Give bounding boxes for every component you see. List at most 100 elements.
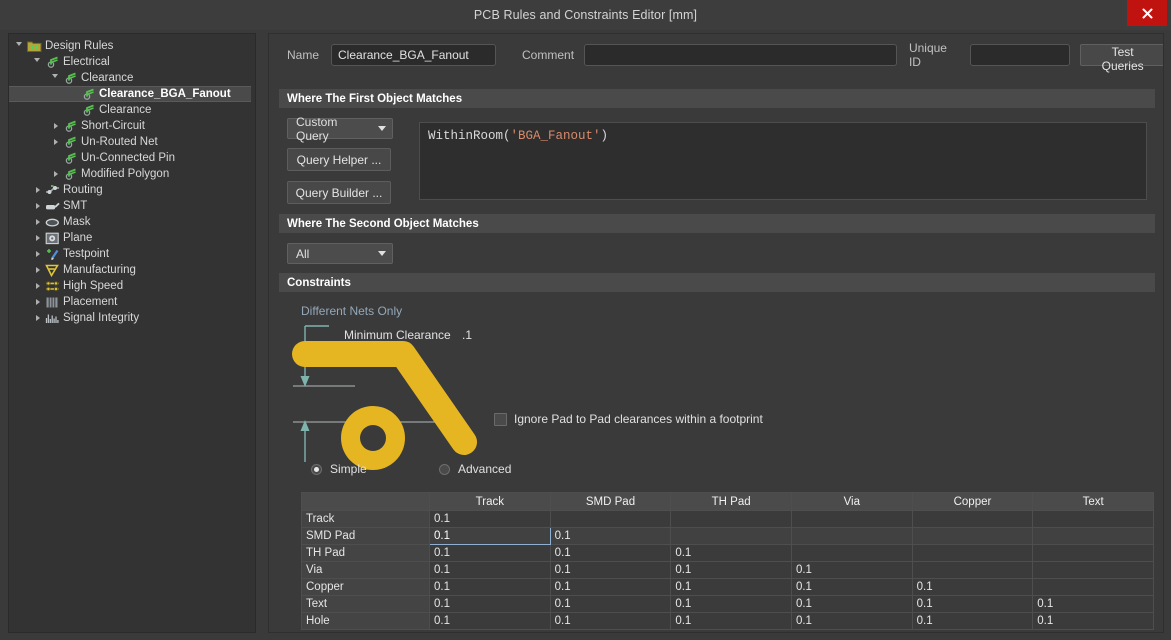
matrix-column-header[interactable]: Via <box>790 492 913 511</box>
chevron-right-icon[interactable] <box>33 182 44 198</box>
ignore-pad-to-pad-checkbox-row[interactable]: Ignore Pad to Pad clearances within a fo… <box>494 412 763 426</box>
matrix-row-header[interactable]: Hole <box>301 612 430 630</box>
matrix-empty-cell[interactable] <box>1032 561 1154 579</box>
matrix-value-cell[interactable]: 0.1 <box>911 612 1034 630</box>
matrix-empty-cell[interactable] <box>670 527 792 545</box>
matrix-value-cell[interactable]: 0.1 <box>549 612 672 630</box>
matrix-empty-cell[interactable] <box>911 527 1034 545</box>
tree-item-short-circuit[interactable]: Short-Circuit <box>9 118 255 134</box>
matrix-value-cell[interactable]: 0.1 <box>670 612 792 630</box>
matrix-value-cell[interactable]: 0.1 <box>549 527 672 545</box>
tree-item-electrical[interactable]: Electrical <box>9 54 255 70</box>
chevron-right-icon[interactable] <box>51 166 62 182</box>
matrix-value-cell[interactable]: 0.1 <box>670 561 792 579</box>
matrix-empty-cell[interactable] <box>1032 578 1154 596</box>
mode-advanced-radio[interactable] <box>439 463 450 475</box>
matrix-column-header[interactable]: SMD Pad <box>549 492 672 511</box>
chevron-right-icon[interactable] <box>33 214 44 230</box>
matrix-value-cell[interactable]: 0.1 <box>670 578 792 596</box>
chevron-right-icon[interactable] <box>33 246 44 262</box>
matrix-empty-cell[interactable] <box>1032 510 1154 528</box>
name-input[interactable] <box>331 44 497 66</box>
custom-query-editor[interactable]: WithinRoom('BGA_Fanout') <box>419 122 1147 200</box>
matrix-empty-cell[interactable] <box>1032 544 1154 562</box>
test-queries-button[interactable]: Test Queries <box>1080 44 1163 73</box>
chevron-down-icon[interactable] <box>51 70 62 86</box>
query-builder-button[interactable]: Query Builder ... <box>287 181 391 204</box>
matrix-value-cell[interactable]: 0.1 <box>429 561 551 579</box>
mode-simple-radio-row[interactable]: Simple <box>311 462 367 476</box>
matrix-value-cell[interactable]: 0.1 <box>429 527 551 545</box>
tree-item-clearance[interactable]: Clearance <box>9 70 255 86</box>
matrix-row-header[interactable]: Track <box>301 510 430 528</box>
chevron-right-icon[interactable] <box>33 294 44 310</box>
matrix-column-header[interactable]: TH Pad <box>670 492 792 511</box>
matrix-empty-cell[interactable] <box>790 510 913 528</box>
matrix-row-header[interactable]: Via <box>301 561 430 579</box>
tree-item-routing[interactable]: Routing <box>9 182 255 198</box>
tree-item-testpoint[interactable]: Testpoint <box>9 246 255 262</box>
tree-item-design-rules[interactable]: Design Rules <box>9 38 255 54</box>
matrix-value-cell[interactable]: 0.1 <box>549 561 672 579</box>
matrix-value-cell[interactable]: 0.1 <box>1032 595 1154 613</box>
tree-item-plane[interactable]: Plane <box>9 230 255 246</box>
matrix-column-header[interactable]: Track <box>429 492 551 511</box>
chevron-down-icon[interactable] <box>15 38 26 54</box>
chevron-right-icon[interactable] <box>33 278 44 294</box>
matrix-empty-cell[interactable] <box>670 510 792 528</box>
matrix-value-cell[interactable]: 0.1 <box>790 561 913 579</box>
matrix-value-cell[interactable]: 0.1 <box>911 578 1034 596</box>
chevron-down-icon[interactable] <box>33 54 44 70</box>
matrix-column-header[interactable]: Copper <box>911 492 1034 511</box>
unique-id-input[interactable] <box>970 44 1071 66</box>
matrix-value-cell[interactable]: 0.1 <box>429 510 551 528</box>
matrix-column-header[interactable]: Text <box>1032 492 1154 511</box>
matrix-row-header[interactable]: TH Pad <box>301 544 430 562</box>
chevron-right-icon[interactable] <box>33 310 44 326</box>
close-button[interactable] <box>1127 0 1167 26</box>
matrix-value-cell[interactable]: 0.1 <box>429 544 551 562</box>
tree-item-un-connected-pin[interactable]: Un-Connected Pin <box>9 150 255 166</box>
tree-item-placement[interactable]: Placement <box>9 294 255 310</box>
matrix-empty-cell[interactable] <box>790 527 913 545</box>
tree-item-signal-integrity[interactable]: Signal Integrity <box>9 310 255 326</box>
design-rules-tree-panel[interactable]: Design Rules Electrical Clearance Clearance… <box>8 33 256 633</box>
matrix-value-cell[interactable]: 0.1 <box>790 578 913 596</box>
matrix-value-cell[interactable]: 0.1 <box>549 595 672 613</box>
clearance-matrix-table[interactable]: Track SMD Pad TH Pad Via Copper Text Track 0.1… <box>301 492 1154 630</box>
matrix-empty-cell[interactable] <box>790 544 913 562</box>
matrix-empty-cell[interactable] <box>911 510 1034 528</box>
matrix-empty-cell[interactable] <box>549 510 672 528</box>
tree-item-un-routed-net[interactable]: Un-Routed Net <box>9 134 255 150</box>
tree-item-modified-polygon[interactable]: Modified Polygon <box>9 166 255 182</box>
matrix-row-header[interactable]: Copper <box>301 578 430 596</box>
matrix-value-cell[interactable]: 0.1 <box>1032 612 1154 630</box>
matrix-value-cell[interactable]: 0.1 <box>429 578 551 596</box>
comment-input[interactable] <box>584 44 897 66</box>
matrix-row-header[interactable]: Text <box>301 595 430 613</box>
matrix-value-cell[interactable]: 0.1 <box>549 544 672 562</box>
matrix-empty-cell[interactable] <box>911 561 1034 579</box>
chevron-right-icon[interactable] <box>33 262 44 278</box>
matrix-row-header[interactable]: SMD Pad <box>301 527 430 545</box>
tree-item-manufacturing[interactable]: Manufacturing <box>9 262 255 278</box>
first-object-scope-dropdown[interactable]: Custom Query <box>287 115 393 143</box>
chevron-right-icon[interactable] <box>51 118 62 134</box>
matrix-empty-cell[interactable] <box>911 544 1034 562</box>
chevron-right-icon[interactable] <box>51 134 62 150</box>
matrix-value-cell[interactable]: 0.1 <box>670 595 792 613</box>
matrix-value-cell[interactable]: 0.1 <box>790 612 913 630</box>
matrix-empty-cell[interactable] <box>1032 527 1154 545</box>
tree-item-high-speed[interactable]: High Speed <box>9 278 255 294</box>
chevron-right-icon[interactable] <box>33 198 44 214</box>
matrix-value-cell[interactable]: 0.1 <box>429 612 551 630</box>
matrix-value-cell[interactable]: 0.1 <box>670 544 792 562</box>
minimum-clearance-value[interactable]: .1 <box>462 328 472 342</box>
tree-item-smt[interactable]: SMT <box>9 198 255 214</box>
mode-advanced-radio-row[interactable]: Advanced <box>439 462 511 476</box>
query-helper-button[interactable]: Query Helper ... <box>287 148 391 171</box>
ignore-pad-to-pad-checkbox[interactable] <box>494 412 507 426</box>
chevron-right-icon[interactable] <box>33 230 44 246</box>
second-object-scope-dropdown[interactable]: All <box>287 243 393 264</box>
matrix-value-cell[interactable]: 0.1 <box>429 595 551 613</box>
